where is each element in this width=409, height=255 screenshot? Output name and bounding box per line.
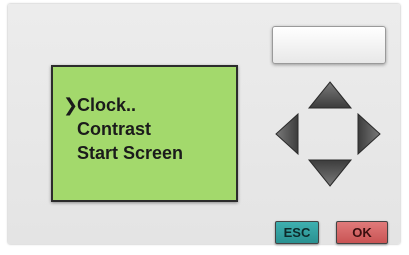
menu-item-label: Start Screen xyxy=(77,143,184,163)
device-panel: ❯ Clock.. Contrast Start Screen ESC OK xyxy=(8,4,400,244)
arrow-up-icon[interactable] xyxy=(307,80,353,110)
lcd-menu: ❯ Clock.. Contrast Start Screen xyxy=(63,93,183,165)
arrow-down-icon[interactable] xyxy=(307,158,353,188)
ok-button[interactable]: OK xyxy=(336,221,388,244)
arrow-left-icon[interactable] xyxy=(274,112,300,156)
arrow-right-icon[interactable] xyxy=(356,112,382,156)
esc-button[interactable]: ESC xyxy=(275,221,319,244)
menu-item-clock[interactable]: ❯ Clock.. xyxy=(63,93,183,117)
lcd-screen: ❯ Clock.. Contrast Start Screen xyxy=(51,65,238,202)
menu-item-label: Clock.. xyxy=(77,95,137,115)
menu-item-start-screen[interactable]: Start Screen xyxy=(63,141,183,165)
menu-item-label: Contrast xyxy=(77,119,152,139)
navigation-pad xyxy=(270,78,386,190)
menu-item-contrast[interactable]: Contrast xyxy=(63,117,183,141)
function-key[interactable] xyxy=(272,26,386,64)
cursor-icon: ❯ xyxy=(63,95,79,115)
